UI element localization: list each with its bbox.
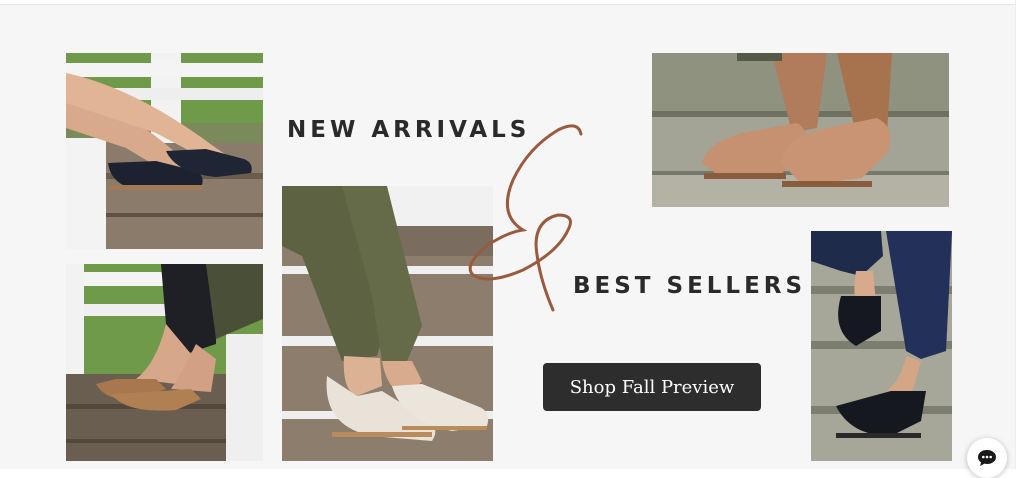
photo-tan-loafers[interactable] <box>652 53 949 207</box>
shop-fall-preview-button[interactable]: Shop Fall Preview <box>543 363 761 411</box>
chat-bubble-icon <box>978 450 996 466</box>
headline-best-sellers: BEST SELLERS <box>573 273 807 299</box>
top-divider <box>0 0 1024 5</box>
scrollbar-track[interactable] <box>1015 0 1024 469</box>
photo-tan-flats[interactable] <box>66 264 263 461</box>
chat-button[interactable] <box>967 438 1007 478</box>
photo-black-flats[interactable] <box>66 53 263 249</box>
photo-black-slip-on[interactable] <box>811 231 952 461</box>
hero-banner: NEW ARRIVALS BEST SELLERS Shop Fall Prev… <box>0 0 1024 478</box>
